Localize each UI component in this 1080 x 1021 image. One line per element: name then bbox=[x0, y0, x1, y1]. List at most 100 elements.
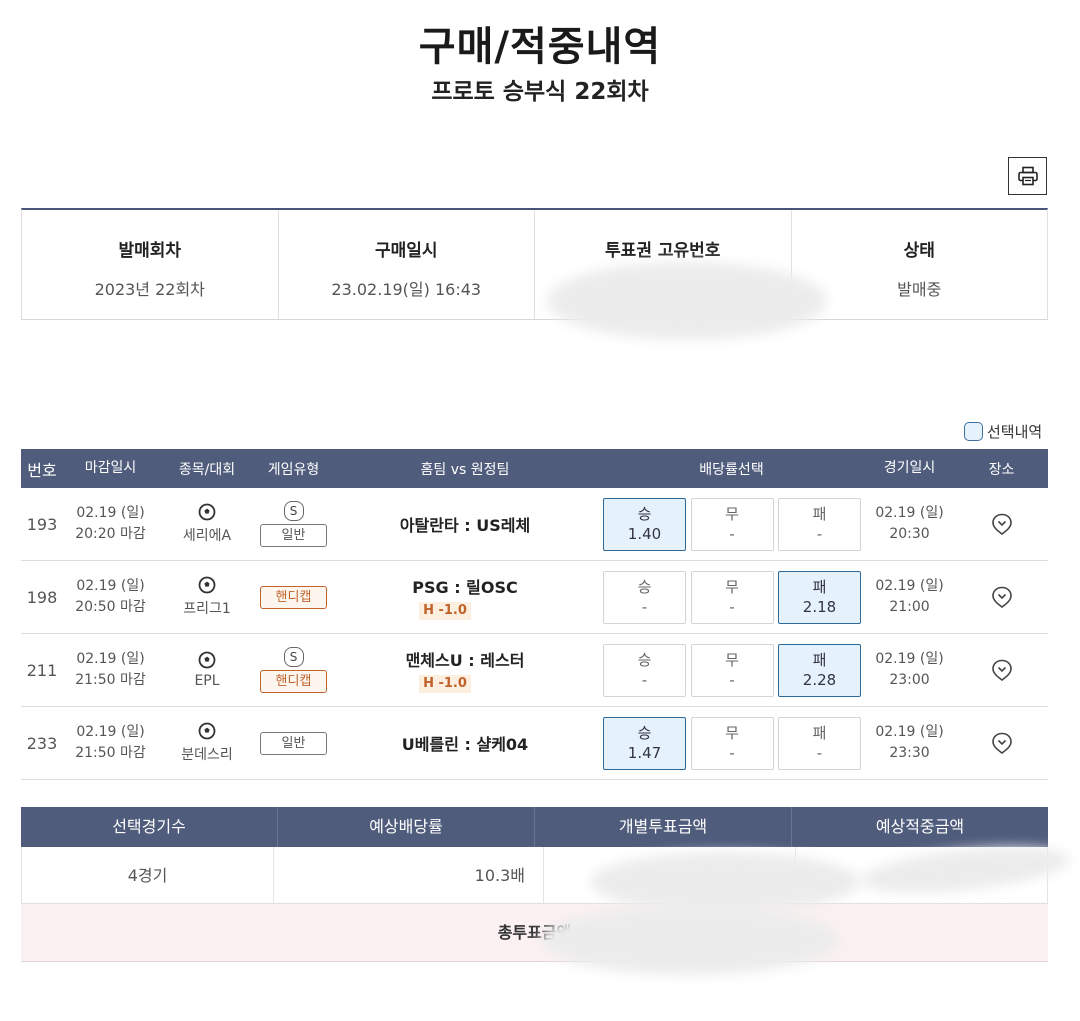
odds-button[interactable]: 패 2.18 bbox=[778, 570, 861, 624]
page-title: 구매/적중내역 bbox=[418, 24, 662, 70]
row-number: 233 bbox=[26, 733, 58, 753]
soccer-ball-icon bbox=[198, 576, 216, 594]
header-teams: 홈팀 vs 원정팀 bbox=[420, 461, 510, 478]
table-row: 211 02.19 (일) 21:50 마감 EPL S 핸디캡 맨체스U : 레스터 H -… bbox=[21, 634, 1048, 707]
odds-button[interactable]: 승 1.47 bbox=[603, 716, 686, 770]
odds-label: 승 bbox=[637, 650, 652, 669]
odds-value: - bbox=[816, 524, 823, 543]
row-venue[interactable] bbox=[955, 658, 1048, 682]
row-league-name: 분데스리 bbox=[181, 747, 233, 763]
odds-button[interactable]: 패- bbox=[778, 716, 861, 770]
odds-label: 승 bbox=[637, 723, 652, 742]
summary-header-payout: 예상적중금액 bbox=[875, 817, 965, 836]
info-status-value: 발매중 bbox=[897, 280, 942, 299]
info-ticket-label: 투표권 고유번호 bbox=[605, 241, 721, 261]
row-league-name: EPL bbox=[194, 673, 220, 689]
row-number: 193 bbox=[26, 514, 58, 534]
row-match-clock: 20:30 bbox=[889, 526, 930, 542]
odds-button[interactable]: 무- bbox=[690, 643, 774, 697]
header-venue: 장소 bbox=[988, 461, 1015, 478]
single-bet-badge: S bbox=[283, 647, 304, 667]
odds-label: 승 bbox=[637, 577, 652, 596]
info-status-label: 상태 bbox=[903, 241, 935, 261]
handicap-wrap: H -1.0 bbox=[291, 598, 599, 620]
info-status: 상태 발매중 bbox=[792, 210, 1048, 319]
odds-label: 패 bbox=[812, 723, 827, 742]
odds-label: 패 bbox=[812, 504, 827, 523]
odds-button[interactable]: 무- bbox=[690, 570, 774, 624]
row-deadline: 02.19 (일) 20:50 마감 bbox=[63, 576, 158, 618]
odds-value: - bbox=[729, 597, 735, 616]
row-teams: 아탈란타 : US레체 bbox=[331, 512, 599, 536]
row-teams: 맨체스U : 레스터 H -1.0 bbox=[331, 647, 599, 693]
summary-header-stake: 개별투표금액 bbox=[535, 807, 792, 847]
location-pin-icon[interactable] bbox=[990, 585, 1014, 609]
table-row: 193 02.19 (일) 20:20 마감 세리에A S 일반 아탈란타 : US레체 승 1… bbox=[21, 488, 1048, 561]
game-type-badge: 일반 bbox=[260, 731, 327, 755]
soccer-ball-icon bbox=[198, 651, 216, 669]
header-deadline: 마감일시 bbox=[84, 460, 137, 476]
odds-button[interactable]: 승- bbox=[603, 570, 686, 624]
row-venue[interactable] bbox=[955, 512, 1048, 536]
row-match-date: 02.19 (일) bbox=[875, 651, 944, 667]
location-pin-icon[interactable] bbox=[990, 512, 1014, 536]
header-match-time: 경기일시 bbox=[883, 460, 936, 476]
row-number: 198 bbox=[26, 587, 58, 607]
printer-icon bbox=[1017, 166, 1038, 186]
row-number: 211 bbox=[26, 660, 58, 680]
match-table-header: 번호 마감일시 종목/대회 게임유형 홈팀 vs 원정팀 배당률선택 경기일시 … bbox=[21, 449, 1048, 488]
row-deadline-date: 02.19 (일) bbox=[76, 578, 145, 594]
game-type-badge: 일반 bbox=[260, 524, 327, 547]
odds-button[interactable]: 승- bbox=[603, 643, 686, 697]
location-pin-icon[interactable] bbox=[990, 658, 1014, 682]
location-pin-icon[interactable] bbox=[990, 731, 1014, 755]
summary-header: 선택경기수 예상배당률 개별투표금액 예상적중금액 bbox=[21, 807, 1048, 847]
row-match-time: 02.19 (일) 21:00 bbox=[864, 576, 955, 618]
row-league-name: 세리에A bbox=[182, 528, 232, 544]
summary-header-odds: 예상배당률 bbox=[278, 807, 535, 847]
odds-label: 무 bbox=[725, 577, 739, 596]
handicap-badge: H -1.0 bbox=[419, 675, 471, 693]
odds-label: 패 bbox=[812, 577, 827, 596]
match-table: 번호 마감일시 종목/대회 게임유형 홈팀 vs 원정팀 배당률선택 경기일시 … bbox=[21, 449, 1048, 780]
summary-header-games: 선택경기수 bbox=[21, 807, 278, 847]
row-deadline: 02.19 (일) 20:20 마감 bbox=[63, 503, 158, 545]
odds-value: - bbox=[641, 670, 648, 689]
odds-label: 무 bbox=[725, 723, 739, 742]
row-deadline-time: 20:20 마감 bbox=[75, 526, 146, 542]
selection-legend-label: 선택내역 bbox=[987, 423, 1043, 441]
row-match-time: 02.19 (일) 23:30 bbox=[864, 722, 955, 764]
row-odds: 승 - 무 - 패 2.28 bbox=[599, 643, 864, 697]
odds-button[interactable]: 무- bbox=[690, 497, 774, 551]
row-deadline-date: 02.19 (일) bbox=[76, 651, 145, 667]
header-odds: 배당률선택 bbox=[699, 461, 764, 478]
row-deadline-time: 21:50 마감 bbox=[75, 672, 146, 688]
row-league: 세리에A bbox=[158, 503, 256, 545]
row-venue[interactable] bbox=[955, 585, 1048, 609]
redacted-ticket-number bbox=[547, 262, 827, 340]
odds-value: - bbox=[729, 524, 735, 543]
row-teams-text: U베를린 : 샬케04 bbox=[401, 735, 529, 754]
header-type: 게임유형 bbox=[267, 461, 320, 478]
odds-button[interactable]: 승 1.40 bbox=[603, 497, 686, 551]
odds-label: 패 bbox=[812, 650, 827, 669]
handicap-wrap: H -1.0 bbox=[291, 671, 599, 693]
row-teams-text: 맨체스U : 레스터 bbox=[405, 651, 525, 670]
odds-button[interactable]: 패- bbox=[778, 497, 861, 551]
selection-legend: 선택내역 bbox=[964, 421, 1042, 442]
soccer-ball-icon bbox=[198, 722, 216, 740]
row-odds: 승 - 무 - 패 2.18 bbox=[599, 570, 864, 624]
row-match-clock: 23:00 bbox=[889, 672, 930, 688]
handicap-badge: H -1.0 bbox=[419, 602, 471, 620]
row-league: 분데스리 bbox=[158, 722, 256, 764]
odds-button[interactable]: 패 2.28 bbox=[778, 643, 861, 697]
purchase-info-table: 발매회차 2023년 22회차 구매일시 23.02.19(일) 16:43 투… bbox=[21, 208, 1048, 340]
odds-button[interactable]: 무- bbox=[690, 716, 774, 770]
row-match-date: 02.19 (일) bbox=[875, 724, 944, 740]
row-teams-text: 아탈란타 : US레체 bbox=[399, 516, 531, 535]
summary-odds-value: 10.3배 bbox=[274, 847, 544, 903]
row-venue[interactable] bbox=[955, 731, 1048, 755]
row-odds: 승 1.40 무 - 패 - bbox=[599, 497, 864, 551]
info-round-label: 발매회차 bbox=[118, 241, 182, 261]
print-button[interactable] bbox=[1008, 157, 1047, 195]
